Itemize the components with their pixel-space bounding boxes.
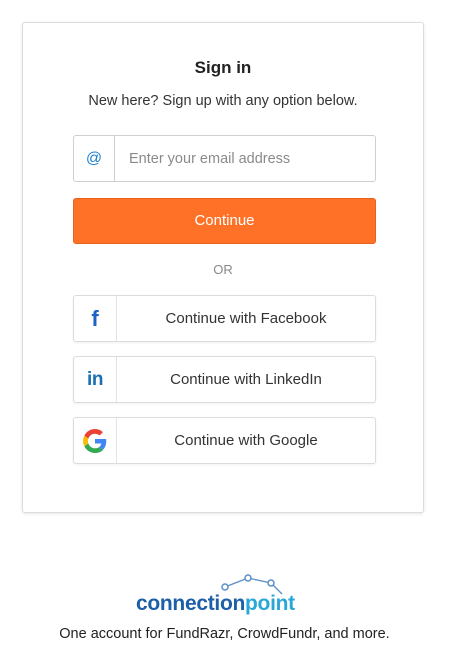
svg-text:connectionpoint: connectionpoint bbox=[136, 592, 295, 615]
facebook-button-label: Continue with Facebook bbox=[165, 310, 327, 327]
continue-with-google-button[interactable]: Continue with Google bbox=[73, 417, 376, 464]
or-divider: OR bbox=[213, 262, 233, 277]
signin-card: Sign in New here? Sign up with any optio… bbox=[22, 22, 424, 513]
at-sign-icon: @ bbox=[74, 136, 115, 181]
connectionpoint-logo: connectionpoint bbox=[0, 572, 449, 618]
continue-with-linkedin-button[interactable]: in Continue with LinkedIn bbox=[73, 356, 376, 403]
email-field[interactable]: @ bbox=[73, 135, 376, 182]
linkedin-button-label: Continue with LinkedIn bbox=[170, 371, 322, 388]
google-button-label: Continue with Google bbox=[174, 432, 318, 449]
google-icon bbox=[74, 418, 117, 463]
page-title: Sign in bbox=[194, 58, 252, 77]
continue-button[interactable]: Continue bbox=[73, 198, 376, 244]
email-input[interactable] bbox=[115, 136, 375, 181]
linkedin-icon: in bbox=[74, 357, 117, 402]
continue-with-facebook-button[interactable]: f Continue with Facebook bbox=[73, 295, 376, 342]
facebook-icon: f bbox=[74, 296, 117, 341]
signin-subtitle: New here? Sign up with any option below. bbox=[88, 93, 358, 109]
tagline: One account for FundRazr, CrowdFundr, an… bbox=[59, 626, 390, 642]
